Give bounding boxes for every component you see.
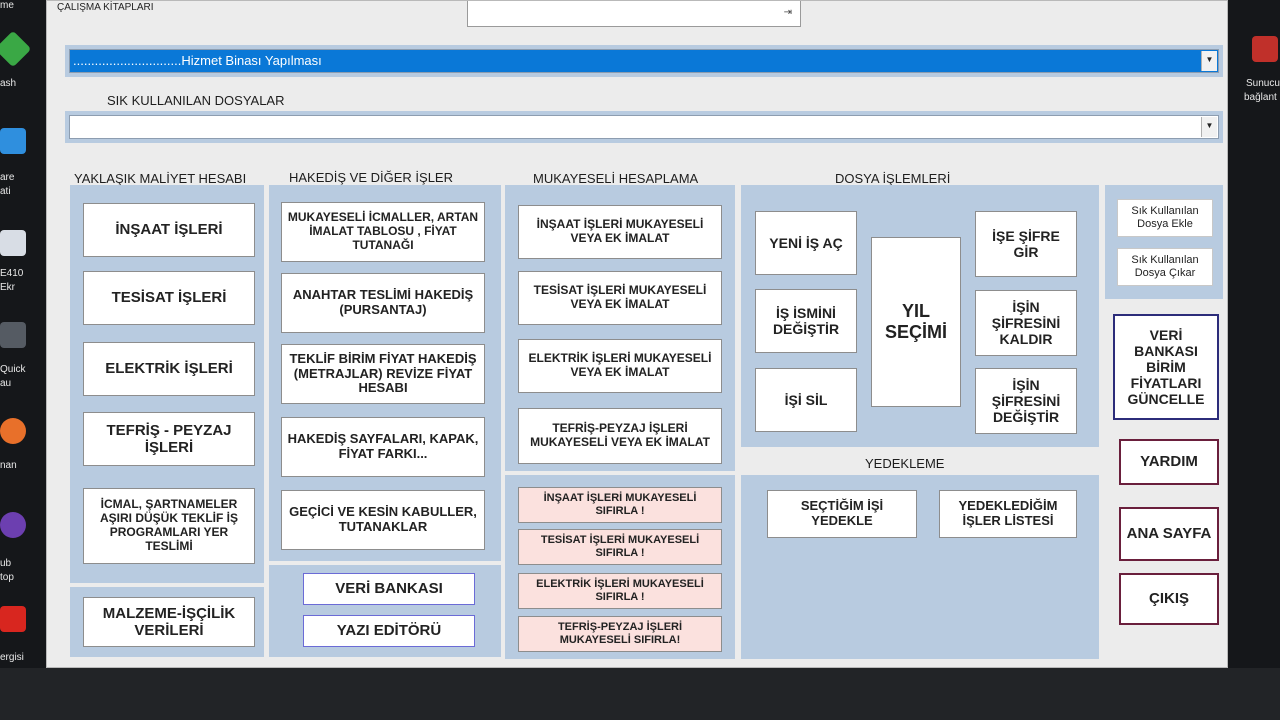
desktop-label: me (0, 0, 14, 11)
maliyet-tesisat-button[interactable]: TESİSAT İŞLERİ (83, 271, 255, 325)
popup-window[interactable]: ⇥ (467, 1, 801, 27)
sik-dosya-ekle-button[interactable]: Sık Kullanılan Dosya Ekle (1117, 199, 1213, 237)
desktop-label: nan (0, 460, 17, 471)
yardim-button[interactable]: YARDIM (1119, 439, 1219, 485)
yedeklenen-isler-button[interactable]: YEDEKLEDİĞİM İŞLER LİSTESİ (939, 490, 1077, 538)
sifre-degistir-button[interactable]: İŞİN ŞİFRESİNİ DEĞİŞTİR (975, 368, 1077, 434)
veri-bankasi-guncelle-button[interactable]: VERİ BANKASI BİRİM FİYATLARI GÜNCELLE (1113, 314, 1219, 420)
chevron-down-icon[interactable]: ▼ (1201, 51, 1217, 71)
desktop-app-icon[interactable] (0, 606, 26, 632)
section-dosya-label: DOSYA İŞLEMLERİ (835, 171, 951, 186)
sik-dosya-cikar-button[interactable]: Sık Kullanılan Dosya Çıkar (1117, 248, 1213, 286)
cikis-button[interactable]: ÇIKIŞ (1119, 573, 1219, 625)
desktop-label: Quick (0, 364, 26, 375)
frequent-files-combo[interactable]: ▼ (69, 115, 1219, 139)
hakedis-anahtar-teslimi-button[interactable]: ANAHTAR TESLİMİ HAKEDİŞ (PURSANTAJ) (281, 273, 485, 333)
frequent-files-label: SIK KULLANILAN DOSYALAR (107, 93, 285, 108)
ana-sayfa-button[interactable]: ANA SAYFA (1119, 507, 1219, 561)
desktop-app-icon[interactable] (0, 128, 26, 154)
hakedis-mukayeseli-icmaller-button[interactable]: MUKAYESELİ İCMALLER, ARTAN İMALAT TABLOS… (281, 202, 485, 262)
yeni-is-ac-button[interactable]: YENİ İŞ AÇ (755, 211, 857, 275)
desktop-label: Sunucu (1246, 78, 1280, 89)
hakedis-kabuller-button[interactable]: GEÇİCİ VE KESİN KABULLER, TUTANAKLAR (281, 490, 485, 550)
desktop-app-icon[interactable] (0, 418, 26, 444)
desktop-label: Ekr (0, 282, 15, 293)
desktop-label: ub (0, 558, 12, 569)
chevron-down-icon[interactable]: ▼ (1201, 117, 1217, 137)
hakedis-sayfalari-button[interactable]: HAKEDİŞ SAYFALARI, KAPAK, FİYAT FARKI... (281, 417, 485, 477)
desktop-right-strip (1228, 0, 1280, 720)
desktop-label: top (0, 572, 14, 583)
desktop-label: ati (0, 186, 11, 197)
desktop-label: are (0, 172, 15, 183)
section-mukayeseli-label: MUKAYESELİ HESAPLAMA (533, 171, 699, 186)
malzeme-iscilik-button[interactable]: MALZEME-İŞÇİLİK VERİLERİ (83, 597, 255, 647)
desktop-bottom-strip (0, 668, 1280, 720)
frequent-combo-frame: ▼ (65, 111, 1223, 143)
desktop-app-icon[interactable] (0, 230, 26, 256)
maliyet-insaat-button[interactable]: İNŞAAT İŞLERİ (83, 203, 255, 257)
isi-sil-button[interactable]: İŞİ SİL (755, 368, 857, 432)
project-combo-value: ..............................Hizmet Bin… (73, 53, 322, 68)
isi-yedekle-button[interactable]: SEÇTİĞİM İŞİ YEDEKLE (767, 490, 917, 538)
pin-icon[interactable]: ⇥ (784, 7, 792, 18)
mukayeseli-insaat-button[interactable]: İNŞAAT İŞLERİ MUKAYESELİ VEYA EK İMALAT (518, 205, 722, 259)
maliyet-icmal-button[interactable]: İCMAL, ŞARTNAMELER AŞIRI DÜŞÜK TEKLİF İŞ… (83, 488, 255, 564)
desktop-label: bağlant (1244, 92, 1277, 103)
elektrik-sifirla-button[interactable]: ELEKTRİK İŞLERİ MUKAYESELİ SIFIRLA ! (518, 573, 722, 609)
sifre-kaldir-button[interactable]: İŞİN ŞİFRESİNİ KALDIR (975, 290, 1077, 356)
desktop-app-icon[interactable] (1252, 36, 1278, 62)
section-hakedis-label: HAKEDİŞ VE DİĞER İŞLER (289, 170, 453, 185)
hakedis-teklif-birim-fiyat-button[interactable]: TEKLİF BİRİM FİYAT HAKEDİŞ (METRAJLAR) R… (281, 344, 485, 404)
desktop-label: E410 (0, 268, 24, 279)
desktop-label: au (0, 378, 12, 389)
yazi-editoru-button[interactable]: YAZI EDİTÖRÜ (303, 615, 475, 647)
yil-secimi-button[interactable]: YIL SEÇİMİ (871, 237, 961, 407)
mukayeseli-elektrik-button[interactable]: ELEKTRİK İŞLERİ MUKAYESELİ VEYA EK İMALA… (518, 339, 722, 393)
project-combo[interactable]: ..............................Hizmet Bin… (69, 49, 1219, 73)
desktop-app-icon[interactable] (0, 512, 26, 538)
veri-bankasi-button[interactable]: VERİ BANKASI (303, 573, 475, 605)
mukayeseli-tefris-button[interactable]: TEFRİŞ-PEYZAJ İŞLERİ MUKAYESELİ VEYA EK … (518, 408, 722, 464)
window-title: ÇALIŞMA KİTAPLARI (57, 2, 154, 13)
desktop-app-icon[interactable] (0, 322, 26, 348)
maliyet-tefris-button[interactable]: TEFRİŞ - PEYZAJ İŞLERİ (83, 412, 255, 466)
mukayeseli-tesisat-button[interactable]: TESİSAT İŞLERİ MUKAYESELİ VEYA EK İMALAT (518, 271, 722, 325)
project-combo-frame: ..............................Hizmet Bin… (65, 45, 1223, 77)
section-yedekleme-label: YEDEKLEME (865, 456, 945, 471)
main-window: ÇALIŞMA KİTAPLARI ⇥ ....................… (46, 0, 1228, 668)
section-maliyet-label: YAKLAŞIK MALİYET HESABI (74, 171, 247, 186)
desktop-label: ash (0, 78, 17, 89)
insaat-sifirla-button[interactable]: İNŞAAT İŞLERİ MUKAYESELİ SIFIRLA ! (518, 487, 722, 523)
desktop-label: ergisi (0, 652, 24, 663)
ise-sifre-gir-button[interactable]: İŞE ŞİFRE GİR (975, 211, 1077, 277)
is-ismini-degistir-button[interactable]: İŞ İSMİNİ DEĞİŞTİR (755, 289, 857, 353)
maliyet-elektrik-button[interactable]: ELEKTRİK İŞLERİ (83, 342, 255, 396)
tefris-sifirla-button[interactable]: TEFRİŞ-PEYZAJ İŞLERİ MUKAYESELİ SIFIRLA! (518, 616, 722, 652)
tesisat-sifirla-button[interactable]: TESİSAT İŞLERİ MUKAYESELİ SIFIRLA ! (518, 529, 722, 565)
